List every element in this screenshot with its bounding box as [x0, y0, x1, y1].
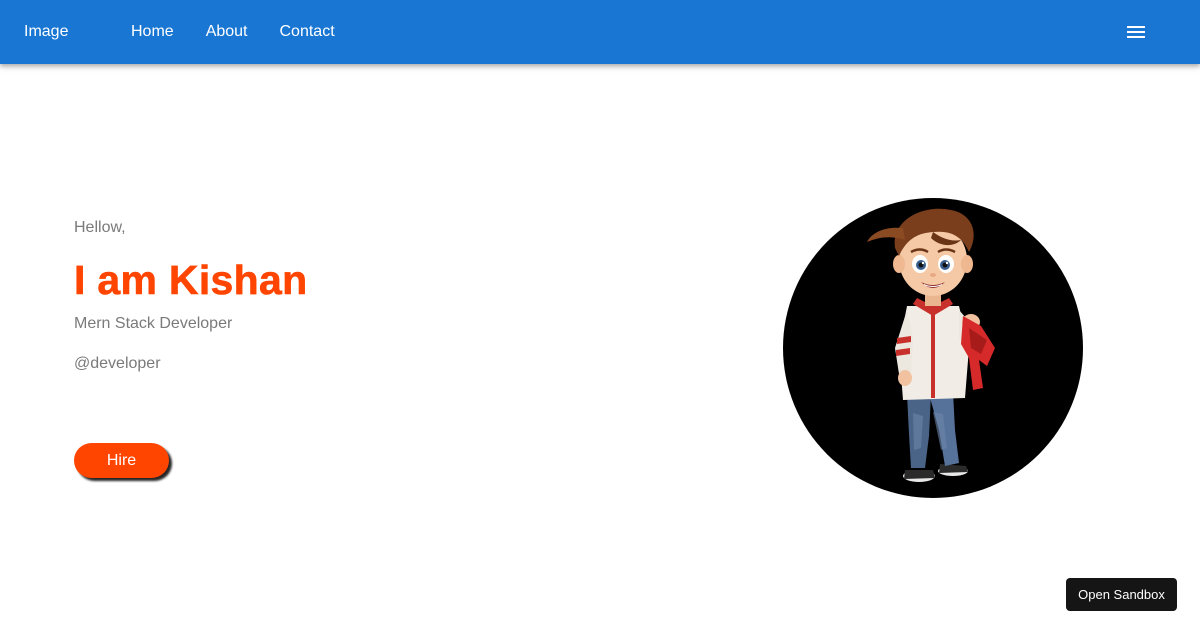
role-text: Mern Stack Developer: [74, 315, 233, 332]
menu-button[interactable]: [1118, 14, 1154, 50]
hero-text-block: Hellow, I am Kishan Mern Stack Developer…: [74, 218, 308, 372]
nav-link-about[interactable]: About: [206, 22, 248, 42]
nav-link-home[interactable]: Home: [131, 22, 174, 42]
nav-link-contact[interactable]: Contact: [280, 22, 335, 42]
avatar: [783, 198, 1083, 498]
brand-logo-text[interactable]: Image: [24, 22, 68, 42]
greeting-text: Hellow,: [74, 219, 126, 236]
top-navbar: Image Home About Contact: [0, 0, 1200, 64]
nav-links: Home About Contact: [131, 22, 335, 42]
cartoon-boy-avatar-icon: [867, 208, 995, 482]
hamburger-menu-icon: [1127, 26, 1145, 38]
hero-headline: I am Kishan: [74, 257, 308, 304]
hire-button[interactable]: Hire: [74, 443, 169, 478]
handle-text: @developer: [74, 355, 161, 372]
open-sandbox-button[interactable]: Open Sandbox: [1066, 578, 1177, 611]
